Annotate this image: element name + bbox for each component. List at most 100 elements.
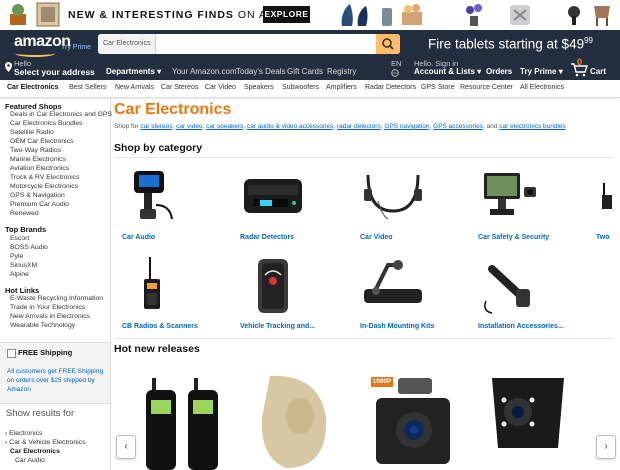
promo-thumb-bottles[interactable] (338, 2, 372, 27)
category-vehicle-tracking[interactable]: Vehicle Tracking and... (240, 323, 315, 330)
installation-accessories-image[interactable] (476, 255, 546, 317)
shop-for-link[interactable]: car electronics bundles (499, 123, 565, 130)
departments-menu[interactable]: Departments ▾ (106, 67, 161, 76)
hot-link[interactable]: E-Waste Recycling Information (10, 295, 103, 302)
promo-thumb-flowers[interactable] (462, 2, 486, 27)
car-video-image[interactable] (358, 165, 428, 227)
vehicle-tracker-image[interactable] (238, 255, 308, 317)
category-installation-accessories[interactable]: Installation Accessories... (478, 323, 564, 330)
subnav-amplifiers[interactable]: Amplifiers (326, 84, 357, 91)
release-earbud-image[interactable] (250, 368, 340, 470)
brand-link[interactable]: BOSS Audio (10, 244, 48, 251)
release-backup-camera-image[interactable] (488, 368, 578, 470)
hot-link[interactable]: Trade in Your Electronics (10, 304, 85, 311)
search-category-select[interactable]: Car Electronics ▾ (98, 34, 156, 54)
logo-smile-icon (15, 50, 55, 57)
shop-for-link[interactable]: car speakers (206, 123, 243, 130)
promo-thumb-mount[interactable] (564, 2, 584, 27)
category-radar-detectors[interactable]: Radar Detectors (240, 234, 294, 241)
orders-link[interactable]: Orders (486, 67, 512, 76)
sidebar-link[interactable]: Truck & RV Electronics (10, 174, 80, 181)
category-car-video[interactable]: Car Video (360, 234, 393, 241)
brand-link[interactable]: Pyle (10, 253, 23, 260)
sidebar-link[interactable]: Car Electronics Bundles (10, 120, 83, 127)
subnav-all-electronics[interactable]: All Electronics (520, 84, 564, 91)
sidebar-link[interactable]: Premium Car Audio (10, 201, 69, 208)
free-shipping-note[interactable]: All customers get FREE Shipping on order… (7, 367, 107, 394)
promo-thumb-pillow[interactable] (508, 2, 532, 27)
carousel-next-button[interactable]: › (596, 435, 616, 459)
promo-thumb-planter[interactable] (6, 2, 30, 27)
sidebar-link[interactable]: OEM Car Electronics (10, 138, 73, 145)
select-address-link[interactable]: Select your address (14, 67, 95, 77)
sidebar-link[interactable]: Deals in Car Electronics and GPS (10, 111, 112, 118)
search-input[interactable] (158, 34, 373, 54)
promo-thumb-cup[interactable] (380, 2, 394, 27)
sidebar-link[interactable]: Aviation Electronics (10, 165, 69, 172)
subnav-resource-center[interactable]: Resource Center (460, 84, 513, 91)
category-car-audio[interactable]: Car Audio (122, 234, 155, 241)
nav-link-todays-deals[interactable]: Today's Deals (236, 67, 286, 76)
promo-banner[interactable]: NEW & INTERESTING FINDS ON AMAZON EXPLOR… (0, 0, 620, 30)
subnav-car-stereos[interactable]: Car Stereos (161, 84, 198, 91)
sidebar-link[interactable]: GPS & Navigation (10, 192, 65, 199)
results-breadcrumb-electronics[interactable]: ‹ Electronics (5, 430, 42, 437)
cb-radio-image[interactable] (120, 255, 190, 317)
results-subcategory[interactable]: Car Audio (15, 457, 45, 464)
try-prime-link[interactable]: Try Prime (61, 44, 91, 51)
sidebar-link[interactable]: Two-Way Radios (10, 147, 61, 154)
carousel-prev-button[interactable]: ‹ (116, 435, 136, 459)
nav-link-your-amazon[interactable]: Your Amazon.com (172, 67, 237, 76)
free-shipping-label[interactable]: FREE Shipping (18, 348, 72, 357)
category-in-dash-mounting[interactable]: In-Dash Mounting Kits (360, 323, 434, 330)
subnav-subwoofers[interactable]: Subwoofers (282, 84, 319, 91)
subnav-car-video[interactable]: Car Video (205, 84, 236, 91)
shop-for-link[interactable]: GPS accessories (433, 123, 483, 130)
category-two-way-radios[interactable]: Two (596, 234, 609, 241)
nav-link-registry[interactable]: Registry (327, 67, 356, 76)
two-way-radio-image[interactable] (594, 165, 620, 227)
sidebar-link[interactable]: Satellite Radio (10, 129, 54, 136)
shop-for-link[interactable]: radar detectors (337, 123, 381, 130)
account-lists-menu[interactable]: Account & Lists ▾ (414, 67, 481, 76)
shop-for-link[interactable]: car video (176, 123, 202, 130)
in-dash-mounting-image[interactable] (358, 255, 428, 317)
sidebar-link[interactable]: Motorcycle Electronics (10, 183, 78, 190)
subnav-gps-store[interactable]: GPS Store (421, 84, 454, 91)
results-current-category: Car Electronics (10, 448, 60, 455)
subnav-radar-detectors[interactable]: Radar Detectors (365, 84, 416, 91)
radar-detector-image[interactable] (238, 165, 308, 227)
language-selector[interactable]: EN (391, 59, 401, 68)
subnav-speakers[interactable]: Speakers (244, 84, 274, 91)
results-breadcrumb-vehicle[interactable]: ‹ Car & Vehicle Electronics (5, 439, 85, 446)
promo-thumb-chair[interactable] (590, 2, 614, 27)
promo-thumb-frame[interactable] (36, 2, 60, 27)
shop-for-link[interactable]: car stereos (140, 123, 172, 130)
sidebar-link[interactable]: Renewed (10, 210, 39, 217)
nav-link-gift-cards[interactable]: Gift Cards (287, 67, 323, 76)
subnav-new-arrivals[interactable]: New Arrivals (115, 84, 154, 91)
brand-link[interactable]: Alpine (10, 271, 29, 278)
car-safety-image[interactable] (476, 165, 546, 227)
explore-button[interactable]: EXPLORE (263, 6, 310, 23)
hot-link[interactable]: Wearable Technology (10, 322, 75, 329)
hot-link[interactable]: New Arrivals in Electronics (10, 313, 90, 320)
try-prime-menu[interactable]: Try Prime ▾ (520, 67, 563, 76)
sidebar-link[interactable]: Marine Electronics (10, 156, 66, 163)
subnav-best-sellers[interactable]: Best Sellers (69, 84, 106, 91)
cart-label[interactable]: Cart (590, 67, 606, 76)
shop-for-link[interactable]: GPS navigation (384, 123, 429, 130)
fire-tablet-ad[interactable]: Fire tablets starting at $4999 (428, 36, 593, 52)
free-shipping-checkbox[interactable] (7, 349, 16, 358)
car-audio-image[interactable] (120, 165, 190, 227)
brand-link[interactable]: Escort (10, 235, 29, 242)
category-cb-radios[interactable]: CB Radios & Scanners (122, 323, 198, 330)
category-car-safety[interactable]: Car Safety & Security (478, 234, 549, 241)
subnav-car-electronics[interactable]: Car Electronics (7, 84, 58, 91)
shop-for-link[interactable]: car audio & video accessories (247, 123, 333, 130)
promo-thumb-box[interactable] (400, 2, 424, 27)
release-walkie-talkie-image[interactable] (138, 368, 228, 470)
search-bar: Car Electronics ▾ (98, 34, 400, 54)
search-button[interactable] (376, 34, 400, 54)
brand-link[interactable]: SiriusXM (10, 262, 37, 269)
